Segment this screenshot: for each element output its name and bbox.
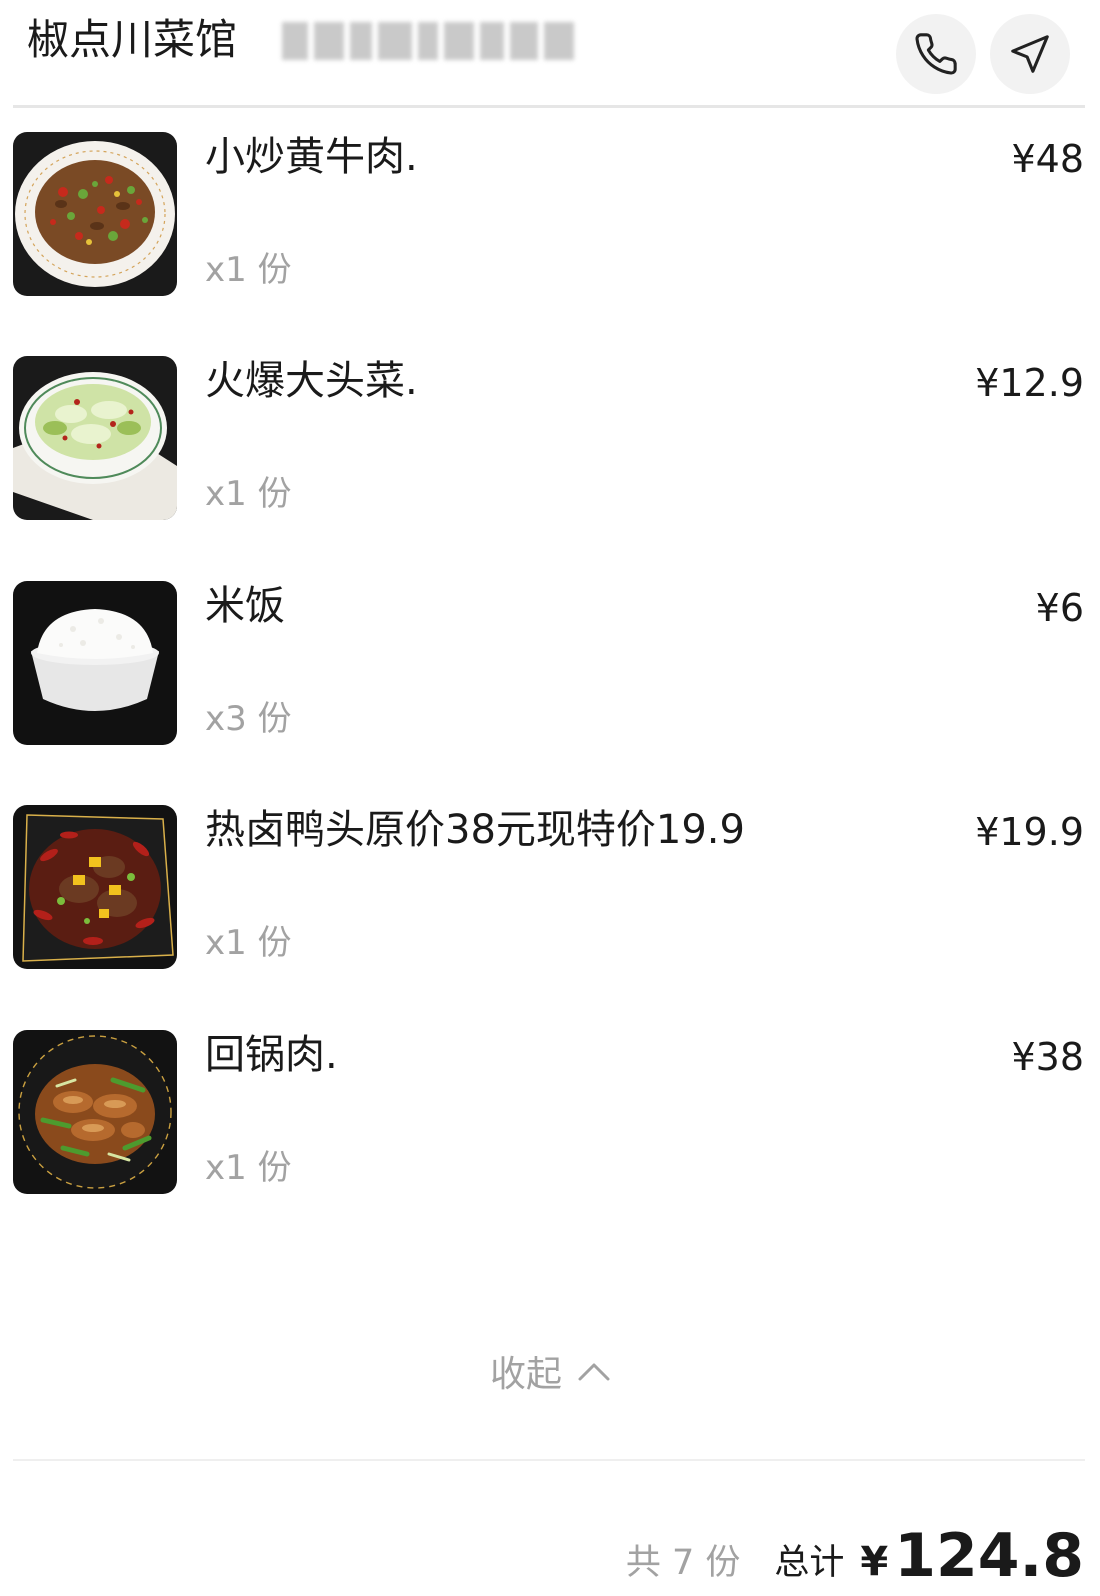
item-name: 热卤鸭头原价38元现特价19.9 (205, 807, 745, 853)
item-count: 共 7 份 (625, 1543, 741, 1583)
collapse-label: 收起 (490, 1354, 563, 1395)
item-price: ¥38 (1011, 1035, 1084, 1079)
stir-fried-beef-image (13, 132, 177, 296)
stir-fried-cabbage-image (13, 356, 177, 520)
order-item[interactable]: 回锅肉. x1 份 ¥38 (0, 1030, 1100, 1196)
item-name: 米饭 (205, 583, 285, 629)
redacted-store-info (282, 10, 592, 72)
spicy-duck-head-image (13, 805, 177, 969)
item-name: 火爆大头菜. (205, 358, 418, 404)
footer-divider (13, 1459, 1085, 1461)
twice-cooked-pork-image (13, 1030, 177, 1194)
order-total-summary: 共 7 份 总计 ¥ 124.8 (625, 1521, 1084, 1591)
order-item[interactable]: 小炒黄牛肉. x1 份 ¥48 (0, 132, 1100, 298)
currency-symbol: ¥ (860, 1539, 889, 1585)
collapse-button[interactable]: 收起 (490, 1346, 612, 1396)
item-price: ¥48 (1011, 137, 1084, 181)
store-header: 椒点川菜馆 (0, 0, 1100, 108)
order-item[interactable]: 热卤鸭头原价38元现特价19.9 x1 份 ¥19.9 (0, 805, 1100, 971)
item-quantity: x3 份 (205, 699, 292, 739)
call-button[interactable] (896, 14, 976, 94)
item-price: ¥12.9 (975, 361, 1084, 405)
order-item[interactable]: 米饭 x3 份 ¥6 (0, 581, 1100, 747)
total-amount: 124.8 (894, 1521, 1084, 1591)
navigate-button[interactable] (990, 14, 1070, 94)
phone-icon (915, 33, 957, 75)
item-quantity: x1 份 (205, 250, 292, 290)
rice-bowl-image (13, 581, 177, 745)
store-name[interactable]: 椒点川菜馆 (27, 12, 237, 68)
total-label: 总计 (774, 1543, 845, 1583)
item-name: 回锅肉. (205, 1032, 338, 1078)
item-price: ¥19.9 (975, 810, 1084, 854)
item-name: 小炒黄牛肉. (205, 134, 418, 180)
order-item[interactable]: 火爆大头菜. x1 份 ¥12.9 (0, 356, 1100, 522)
header-divider (13, 105, 1085, 108)
chevron-up-icon (578, 1363, 610, 1381)
navigate-arrow-icon (1011, 35, 1049, 73)
item-price: ¥6 (1035, 586, 1084, 630)
item-quantity: x1 份 (205, 474, 292, 514)
item-quantity: x1 份 (205, 1148, 292, 1188)
item-quantity: x1 份 (205, 923, 292, 963)
